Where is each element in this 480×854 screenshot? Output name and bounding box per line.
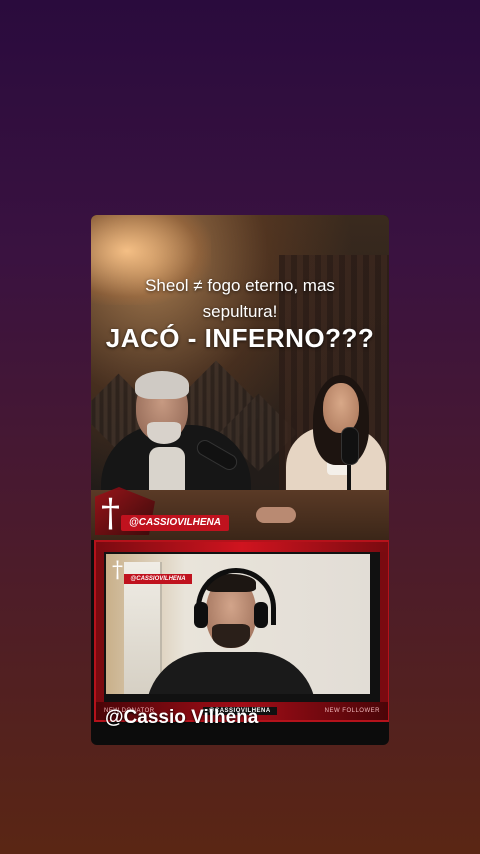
channel-badge: † @CASSIOVILHENA — [95, 487, 233, 535]
caption-line-2: sepultura! — [202, 302, 278, 321]
caption-headline: JACÓ - INFERNO??? — [105, 323, 375, 353]
badge-handle: @CASSIOVILHENA — [121, 515, 229, 531]
streamer-beard — [212, 624, 250, 648]
microphone — [341, 427, 359, 465]
podcast-scene: Sheol ≠ fogo eterno, mas sepultura! JACÓ… — [91, 215, 389, 540]
webcam-badge-handle: @CASSIOVILHENA — [124, 574, 192, 584]
man-hand — [256, 507, 296, 523]
caption-subtitle: Sheol ≠ fogo eterno, mas sepultura! — [91, 273, 389, 325]
label-new-follower: NEW FOLLOWER — [324, 708, 380, 714]
woman-head — [323, 383, 359, 433]
frame-side — [380, 552, 388, 702]
frame-top-bar — [96, 542, 388, 552]
footer-handle: @Cassio Vilhena — [105, 707, 259, 728]
headset-ear — [254, 602, 268, 628]
cross-icon: † — [112, 558, 123, 583]
cross-icon: † — [101, 491, 120, 535]
headset-ear — [194, 602, 208, 628]
caption-line-1: Sheol ≠ fogo eterno, mas — [145, 276, 335, 295]
streamer-body — [146, 652, 316, 694]
frame-side — [96, 552, 104, 702]
man-beard — [147, 422, 181, 444]
webcam-badge: † @CASSIOVILHENA — [110, 558, 192, 588]
video-card[interactable]: Sheol ≠ fogo eterno, mas sepultura! JACÓ… — [91, 215, 389, 745]
webcam-overlay: † @CASSIOVILHENA NEW DONATOR @CASSIOVILH… — [94, 540, 389, 722]
man-hair — [135, 371, 189, 399]
